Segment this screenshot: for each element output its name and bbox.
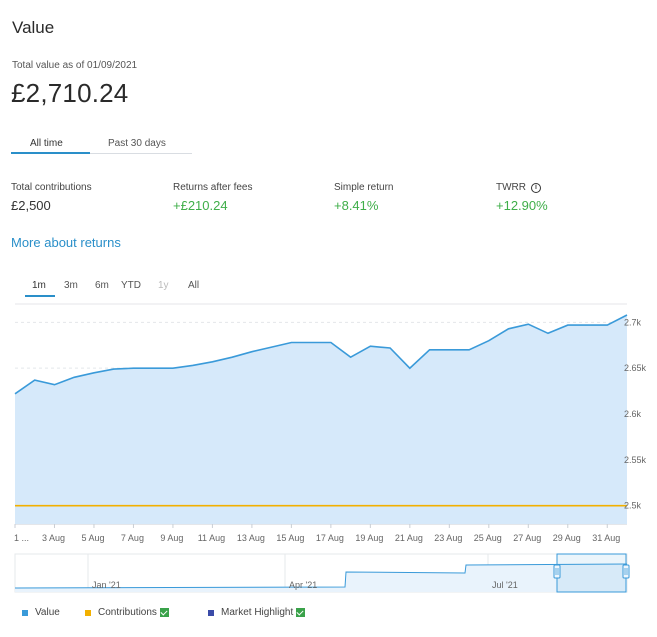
x-tick-label: 13 Aug [237, 533, 265, 543]
stat-twrr: TWRR i +12.90% [496, 182, 548, 213]
x-tick-label: 27 Aug [513, 533, 541, 543]
legend-swatch [85, 609, 91, 616]
y-tick-label: 2.55k [624, 455, 647, 465]
navigator-handle[interactable] [553, 564, 561, 579]
x-tick-label: 15 Aug [276, 533, 304, 543]
x-tick-label: 11 Aug [198, 533, 225, 543]
stat-label-row: TWRR i [496, 182, 548, 193]
stat-label: Simple return [334, 182, 394, 193]
active-tab-indicator [11, 152, 90, 154]
x-tick-label: 31 Aug [592, 533, 620, 543]
x-tick-label: 25 Aug [474, 533, 502, 543]
navigator-label: Jan '21 [92, 580, 121, 590]
x-tick-label: 9 Aug [160, 533, 183, 543]
legend-label: Market Highlight [221, 607, 294, 618]
period-tabs: All time Past 30 days [11, 134, 192, 154]
x-tick-label: 19 Aug [355, 533, 383, 543]
x-tick-label: 29 Aug [553, 533, 581, 543]
x-tick-label: 23 Aug [434, 533, 462, 543]
tab-all-time[interactable]: All time [30, 138, 63, 149]
stat-label: Total contributions [11, 182, 92, 193]
x-tick-label: 5 Aug [81, 533, 104, 543]
x-tick-label: 3 Aug [42, 533, 65, 543]
tab-past-30-days[interactable]: Past 30 days [108, 138, 166, 149]
stat-label: TWRR [496, 182, 526, 193]
stat-label: Returns after fees [173, 182, 253, 193]
info-icon[interactable]: i [531, 182, 541, 193]
more-about-returns-link[interactable]: More about returns [11, 235, 121, 250]
legend-contributions[interactable]: Contributions [85, 607, 169, 618]
y-tick-label: 2.5k [624, 501, 642, 511]
legend-swatch [208, 609, 214, 616]
range-1m[interactable]: 1m [32, 280, 46, 291]
range-3m[interactable]: 3m [64, 280, 78, 291]
legend-swatch [22, 609, 28, 616]
total-value: £2,710.24 [11, 78, 129, 108]
stat-value: +8.41% [334, 198, 379, 213]
stat-simple-return: Simple return +8.41% [334, 182, 393, 213]
legend-label: Value [35, 607, 60, 618]
checkbox-checked-icon[interactable] [296, 608, 306, 617]
navigator-label: Jul '21 [492, 580, 518, 590]
y-tick-label: 2.65k [624, 363, 647, 373]
range-1y: 1y [158, 280, 169, 291]
navigator-label: Apr '21 [289, 580, 317, 590]
navigator-handle[interactable] [622, 564, 630, 579]
range-all[interactable]: All [188, 280, 199, 291]
stat-value: £2,500 [11, 198, 51, 213]
stat-total-contributions: Total contributions £2,500 [11, 182, 92, 213]
legend-market-highlight[interactable]: Market Highlight [208, 607, 306, 618]
navigator-selection[interactable] [556, 553, 627, 593]
legend-label: Contributions [98, 607, 157, 618]
range-ytd[interactable]: YTD [121, 280, 141, 291]
legend-value[interactable]: Value [22, 607, 60, 618]
stat-returns-after-fees: Returns after fees +£210.24 [173, 182, 252, 213]
y-tick-label: 2.7k [624, 317, 642, 327]
as-of-date: Total value as of 01/09/2021 [12, 60, 138, 71]
stat-value: +12.90% [496, 198, 548, 213]
range-6m[interactable]: 6m [95, 280, 109, 291]
value-area [15, 315, 627, 524]
page-title: Value [12, 18, 55, 37]
x-tick-label: 17 Aug [316, 533, 344, 543]
x-tick-label: 1 ... [14, 533, 29, 543]
y-tick-label: 2.6k [624, 409, 642, 419]
stat-value: +£210.24 [173, 198, 228, 213]
x-tick-label: 7 Aug [121, 533, 144, 543]
checkbox-checked-icon[interactable] [159, 608, 169, 617]
x-tick-label: 21 Aug [395, 533, 423, 543]
value-chart[interactable]: 2.5k 2.55k 2.6k 2.65k 2.7k 1 ... 3 Aug 5 Aug 7 … [0, 296, 657, 601]
